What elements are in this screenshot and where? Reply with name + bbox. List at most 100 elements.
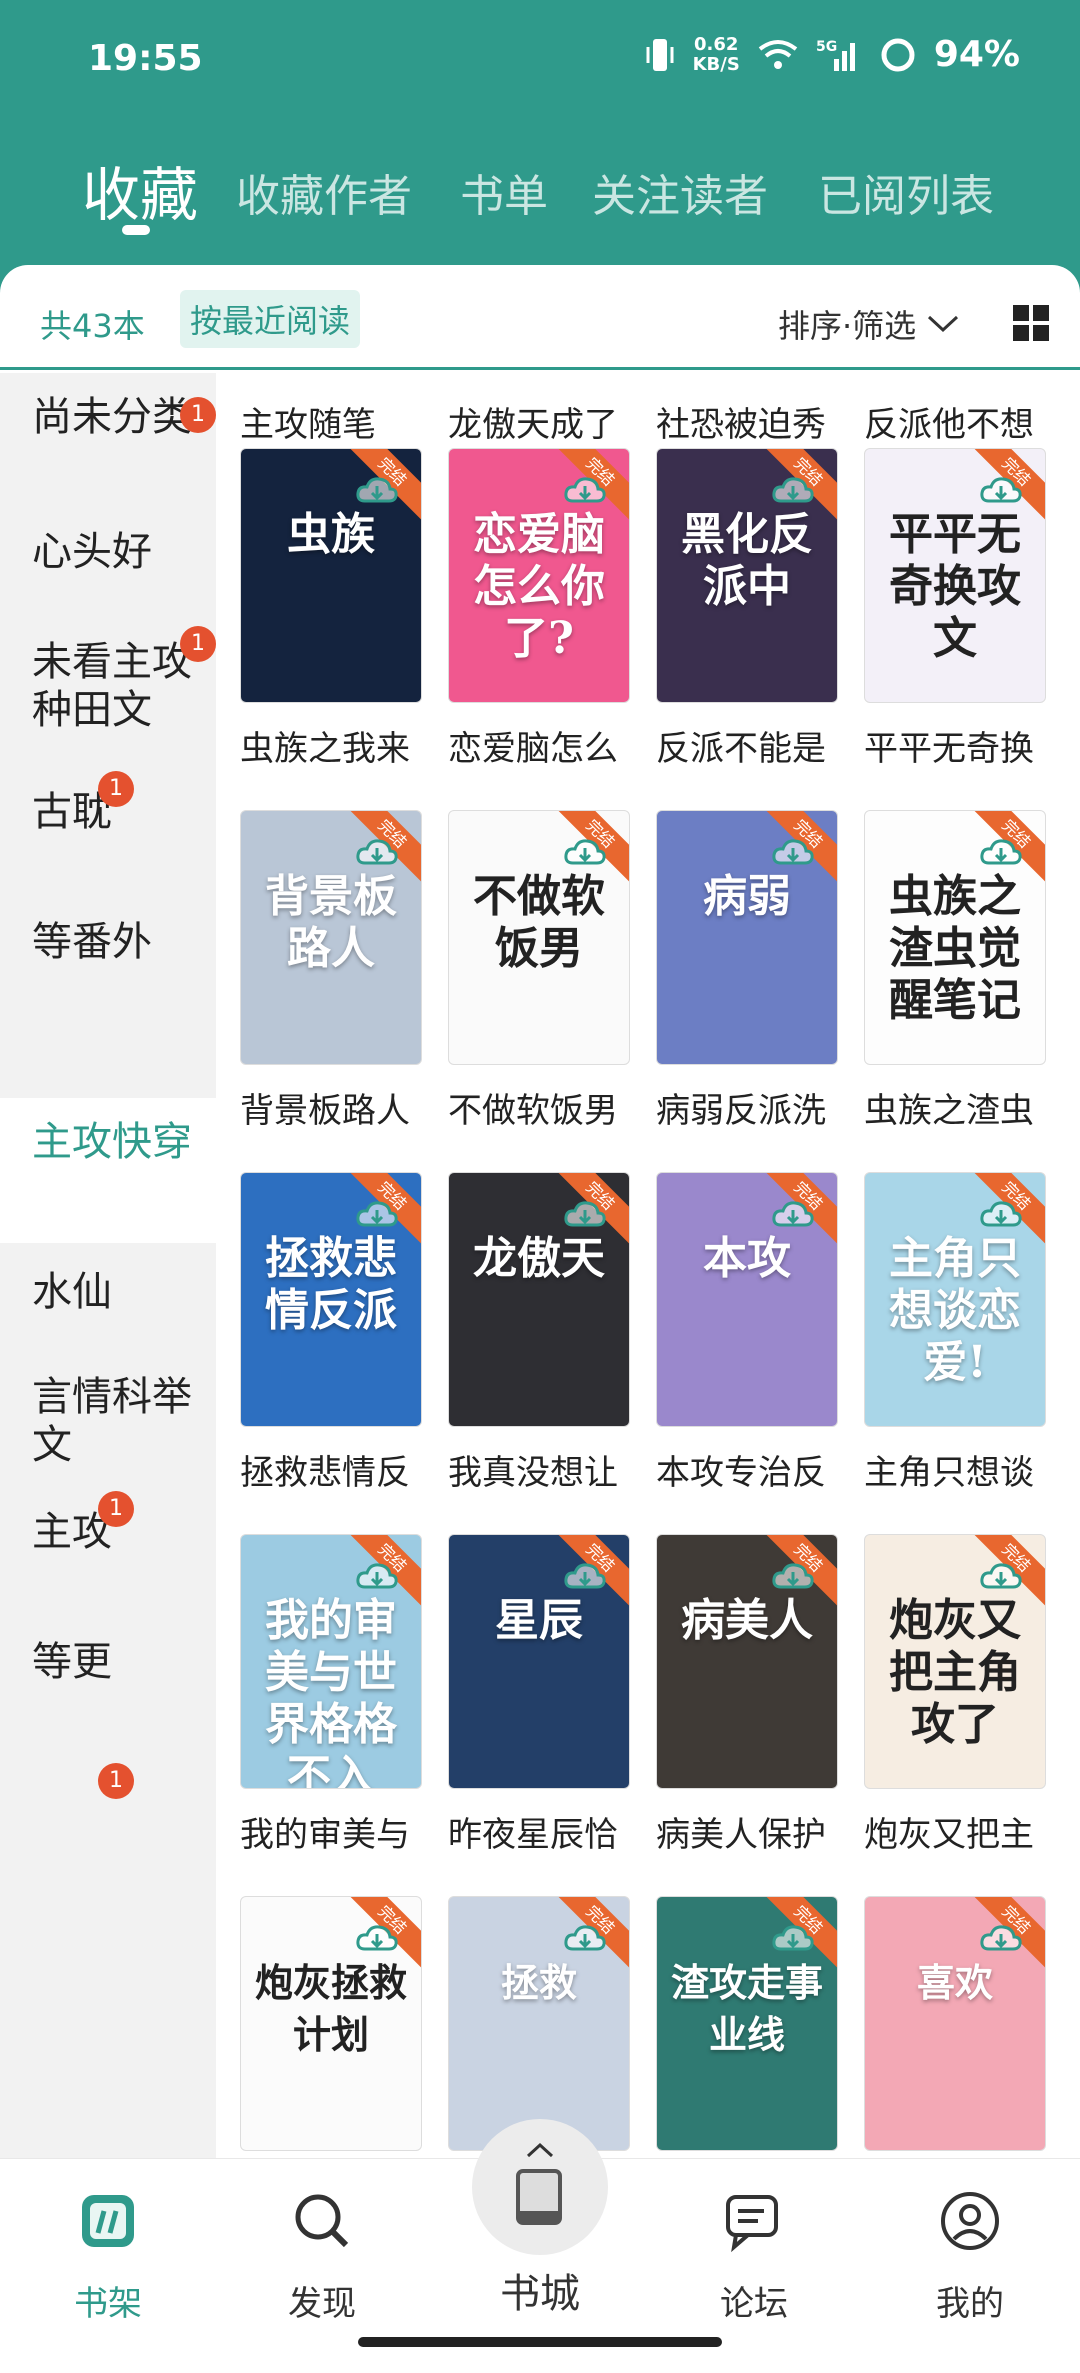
sort-filter-button[interactable]: 排序·筛选 — [778, 301, 960, 347]
nav-discover[interactable]: 发现 — [252, 2189, 392, 2325]
nav-bookstore-label[interactable]: 书城 — [470, 2261, 610, 2319]
sidebar-item-quick-travel[interactable]: 主攻快穿 — [0, 1118, 216, 1166]
book-title[interactable]: 虫族之渣虫 — [864, 1083, 1054, 1132]
book-item[interactable]: 炮灰拯救计划 完结 — [216, 1896, 422, 2160]
sidebar-item-awaiting-update[interactable]: 等更 — [0, 1638, 216, 1686]
book-item[interactable]: 病弱 完结 病弱反派洗 — [632, 810, 838, 1132]
tab-favorites[interactable]: 收藏 — [82, 148, 198, 232]
sidebar-item-favorites[interactable]: 心头好 — [0, 528, 216, 576]
cloud-download-icon[interactable] — [355, 1199, 399, 1229]
book-cover[interactable]: 龙傲天 完结 — [448, 1172, 630, 1427]
cloud-download-icon[interactable] — [355, 475, 399, 505]
book-cover[interactable]: 本攻 完结 — [656, 1172, 838, 1427]
book-item[interactable]: 我的审美与世界格格不入 完结 我的审美与 — [216, 1534, 422, 1856]
nav-forum[interactable]: 论坛 — [684, 2189, 824, 2325]
tab-read-list[interactable]: 已阅列表 — [818, 160, 994, 224]
cloud-download-icon[interactable] — [355, 1561, 399, 1591]
book-title[interactable]: 主攻随笔 — [240, 397, 430, 446]
grid-view-icon[interactable] — [1013, 305, 1049, 341]
tab-favorite-authors[interactable]: 收藏作者 — [236, 160, 412, 224]
cloud-download-icon[interactable] — [979, 1199, 1023, 1229]
cloud-download-icon[interactable] — [563, 1923, 607, 1953]
book-title[interactable]: 恋爱脑怎么 — [448, 721, 638, 770]
book-title[interactable]: 不做软饭男 — [448, 1083, 638, 1132]
book-cover[interactable]: 不做软饭男 完结 — [448, 810, 630, 1065]
book-cover[interactable]: 喜欢 完结 — [864, 1896, 1046, 2151]
book-item[interactable]: 龙傲天 完结 我真没想让 — [424, 1172, 630, 1494]
cloud-download-icon[interactable] — [563, 1199, 607, 1229]
book-title[interactable]: 反派他不想 — [864, 397, 1054, 446]
book-cover[interactable]: 平平无奇换攻文 完结 — [864, 448, 1046, 703]
cloud-download-icon[interactable] — [355, 1923, 399, 1953]
book-title[interactable]: 龙傲天成了 — [448, 397, 638, 446]
cloud-download-icon[interactable] — [563, 837, 607, 867]
book-cover[interactable]: 虫族之渣虫觉醒笔记 完结 — [864, 810, 1046, 1065]
book-cover[interactable]: 渣攻走事业线 完结 — [656, 1896, 838, 2151]
cloud-download-icon[interactable] — [979, 475, 1023, 505]
book-cover[interactable]: 拯救 完结 — [448, 1896, 630, 2151]
book-cover[interactable]: 恋爱脑怎么你了? 完结 — [448, 448, 630, 703]
cloud-download-icon[interactable] — [979, 1923, 1023, 1953]
book-item[interactable]: 平平无奇换攻文 完结 平平无奇换 — [840, 448, 1046, 770]
book-title[interactable]: 病弱反派洗 — [656, 1083, 846, 1132]
book-cover[interactable]: 拯救悲情反派 完结 — [240, 1172, 422, 1427]
book-cover[interactable]: 虫族 完结 — [240, 448, 422, 703]
book-title[interactable]: 拯救悲情反 — [240, 1445, 430, 1494]
nav-profile[interactable]: 我的 — [900, 2189, 1040, 2325]
book-title[interactable]: 社恐被迫秀 — [656, 397, 846, 446]
book-item[interactable]: 主角只想谈恋爱! 完结 主角只想谈 — [840, 1172, 1046, 1494]
book-title[interactable]: 昨夜星辰恰 — [448, 1807, 638, 1856]
book-item[interactable]: 本攻 完结 本攻专治反 — [632, 1172, 838, 1494]
book-item[interactable]: 背景板路人 完结 背景板路人 — [216, 810, 422, 1132]
book-item[interactable]: 恋爱脑怎么你了? 完结 恋爱脑怎么 — [424, 448, 630, 770]
book-title[interactable]: 本攻专治反 — [656, 1445, 846, 1494]
book-cover[interactable]: 炮灰又把主角攻了 完结 — [864, 1534, 1046, 1789]
nav-bookstore-button[interactable] — [472, 2119, 608, 2255]
cloud-download-icon[interactable] — [979, 1561, 1023, 1591]
book-cover[interactable]: 病弱 完结 — [656, 810, 838, 1065]
book-item[interactable]: 虫族 完结 虫族之我来 — [216, 448, 422, 770]
book-cover[interactable]: 背景板路人 完结 — [240, 810, 422, 1065]
cloud-download-icon[interactable] — [771, 1199, 815, 1229]
book-title[interactable]: 虫族之我来 — [240, 721, 430, 770]
sidebar-item-romance-exam[interactable]: 言情科举文 — [0, 1373, 216, 1469]
book-item[interactable]: 病美人 完结 病美人保护 — [632, 1534, 838, 1856]
book-cover[interactable]: 炮灰拯救计划 完结 — [240, 1896, 422, 2151]
cloud-download-icon[interactable] — [563, 475, 607, 505]
sidebar-item-extras[interactable]: 等番外 — [0, 918, 216, 966]
book-item[interactable]: 炮灰又把主角攻了 完结 炮灰又把主 — [840, 1534, 1046, 1856]
order-button[interactable]: 按最近阅读 — [180, 290, 361, 348]
cloud-download-icon[interactable] — [979, 837, 1023, 867]
book-item[interactable]: 喜欢 完结 — [840, 1896, 1046, 2160]
book-title[interactable]: 背景板路人 — [240, 1083, 430, 1132]
book-title[interactable]: 主角只想谈 — [864, 1445, 1054, 1494]
cloud-download-icon[interactable] — [771, 475, 815, 505]
book-title[interactable]: 病美人保护 — [656, 1807, 846, 1856]
cloud-download-icon[interactable] — [355, 837, 399, 867]
cloud-download-icon[interactable] — [771, 837, 815, 867]
book-item[interactable]: 渣攻走事业线 完结 — [632, 1896, 838, 2160]
book-item[interactable]: 拯救悲情反派 完结 拯救悲情反 — [216, 1172, 422, 1494]
tab-booklists[interactable]: 书单 — [460, 160, 548, 224]
tab-followed-readers[interactable]: 关注读者 — [592, 160, 768, 224]
book-title[interactable]: 我真没想让 — [448, 1445, 638, 1494]
sidebar-item-narcissus[interactable]: 水仙 — [0, 1268, 216, 1316]
cloud-download-icon[interactable] — [771, 1923, 815, 1953]
book-item[interactable]: 星辰 完结 昨夜星辰恰 — [424, 1534, 630, 1856]
book-item[interactable]: 黑化反派中 完结 反派不能是 — [632, 448, 838, 770]
book-title[interactable]: 我的审美与 — [240, 1807, 430, 1856]
nav-bookshelf[interactable]: 书架 — [38, 2189, 178, 2325]
book-item[interactable]: 不做软饭男 完结 不做软饭男 — [424, 810, 630, 1132]
book-cover[interactable]: 黑化反派中 完结 — [656, 448, 838, 703]
book-cover[interactable]: 我的审美与世界格格不入 完结 — [240, 1534, 422, 1789]
book-cover[interactable]: 病美人 完结 — [656, 1534, 838, 1789]
book-item[interactable]: 拯救 完结 — [424, 1896, 630, 2160]
cloud-download-icon[interactable] — [563, 1561, 607, 1591]
book-title[interactable]: 反派不能是 — [656, 721, 846, 770]
cloud-download-icon[interactable] — [771, 1561, 815, 1591]
book-item[interactable]: 虫族之渣虫觉醒笔记 完结 虫族之渣虫 — [840, 810, 1046, 1132]
book-title[interactable]: 炮灰又把主 — [864, 1807, 1054, 1856]
book-title[interactable]: 平平无奇换 — [864, 721, 1054, 770]
book-cover[interactable]: 星辰 完结 — [448, 1534, 630, 1789]
book-cover[interactable]: 主角只想谈恋爱! 完结 — [864, 1172, 1046, 1427]
